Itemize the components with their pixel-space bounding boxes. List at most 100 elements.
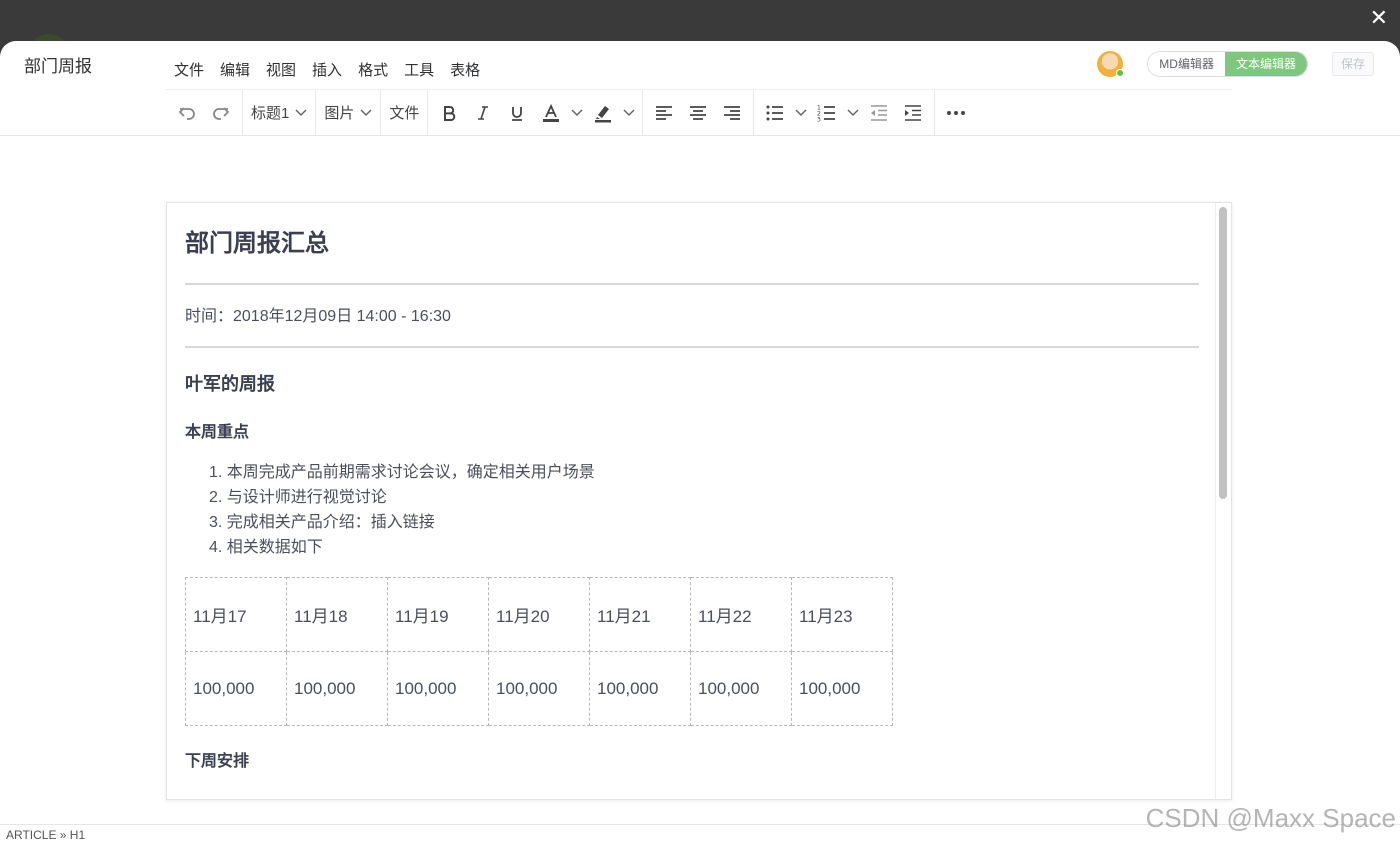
menu-view[interactable]: 视图 bbox=[258, 59, 304, 80]
dialog-title: 部门周报 bbox=[24, 56, 92, 76]
table-row: 11月17 11月18 11月19 11月20 11月21 11月22 11月2… bbox=[185, 577, 893, 652]
heading-select[interactable]: 标题1 bbox=[247, 96, 311, 130]
menu-file[interactable]: 文件 bbox=[166, 59, 212, 80]
redo-button[interactable] bbox=[204, 96, 238, 130]
italic-button[interactable] bbox=[466, 96, 500, 130]
text-style-group bbox=[428, 90, 644, 135]
document-area[interactable]: 部门周报汇总 时间：2018年12月09日 14:00 - 16:30 叶军的周… bbox=[166, 202, 1232, 800]
svg-text:3: 3 bbox=[817, 116, 821, 122]
table-cell[interactable]: 11月22 bbox=[690, 577, 792, 652]
highlight-button[interactable] bbox=[586, 96, 620, 130]
file-group: 文件 bbox=[381, 90, 429, 135]
table-cell[interactable]: 100,000 bbox=[387, 651, 489, 726]
bold-icon bbox=[444, 105, 456, 121]
bold-button[interactable] bbox=[432, 96, 466, 130]
time-line[interactable]: 时间：2018年12月09日 14:00 - 16:30 bbox=[185, 306, 1199, 328]
table-cell[interactable]: 11月18 bbox=[286, 577, 388, 652]
close-icon[interactable]: ✕ bbox=[1370, 6, 1388, 32]
table-cell[interactable]: 100,000 bbox=[791, 651, 893, 726]
underline-icon bbox=[512, 106, 523, 121]
menu-format[interactable]: 格式 bbox=[350, 59, 396, 80]
italic-icon bbox=[478, 105, 489, 120]
save-button[interactable]: 保存 bbox=[1331, 52, 1374, 76]
menu-table[interactable]: 表格 bbox=[442, 59, 488, 80]
horizontal-rule bbox=[185, 283, 1199, 285]
highlighter-icon bbox=[595, 105, 612, 122]
numbered-list-dropdown[interactable] bbox=[844, 96, 862, 130]
document-title[interactable]: 部门周报汇总 bbox=[185, 229, 1199, 267]
text-color-icon bbox=[543, 103, 560, 122]
table-cell[interactable]: 100,000 bbox=[286, 651, 388, 726]
align-center-icon bbox=[690, 105, 707, 120]
heading-select-label: 标题1 bbox=[251, 105, 290, 122]
align-right-icon bbox=[724, 105, 741, 120]
menu-edit[interactable]: 编辑 bbox=[212, 59, 258, 80]
menu-tools[interactable]: 工具 bbox=[396, 59, 442, 80]
image-group: 图片 bbox=[316, 90, 382, 135]
section-heading[interactable]: 叶军的周报 bbox=[185, 372, 1199, 396]
toolbar: 标题1 图片 文件 1 2 3 bbox=[166, 90, 1232, 135]
more-button[interactable] bbox=[939, 96, 973, 130]
align-center-button[interactable] bbox=[681, 96, 715, 130]
align-left-button[interactable] bbox=[647, 96, 681, 130]
more-icon bbox=[947, 110, 966, 115]
table-cell[interactable]: 100,000 bbox=[488, 651, 590, 726]
table-cell[interactable]: 11月20 bbox=[488, 577, 590, 652]
list-item[interactable]: 2. 与设计师进行视觉讨论 bbox=[209, 485, 1199, 510]
image-select-label: 图片 bbox=[324, 105, 355, 122]
redo-icon bbox=[213, 106, 230, 120]
next-week-heading[interactable]: 下周安排 bbox=[185, 751, 1199, 773]
list-item[interactable]: 3. 完成相关产品介绍：插入链接 bbox=[209, 510, 1199, 535]
image-select[interactable]: 图片 bbox=[320, 96, 376, 130]
toolbar-divider bbox=[0, 135, 1400, 136]
list-item[interactable]: 1. 本周完成产品前期需求讨论会议，确定相关用户场景 bbox=[209, 460, 1199, 485]
element-path[interactable]: ARTICLE » H1 bbox=[6, 828, 85, 842]
chevron-down-icon bbox=[571, 108, 583, 116]
outdent-button[interactable] bbox=[862, 96, 896, 130]
bullet-list-dropdown[interactable] bbox=[792, 96, 810, 130]
chevron-down-icon bbox=[295, 108, 307, 116]
menu-bar: 文件 编辑 视图 插入 格式 工具 表格 bbox=[166, 50, 1232, 90]
indent-button[interactable] bbox=[896, 96, 930, 130]
table-cell[interactable]: 11月23 bbox=[791, 577, 893, 652]
history-group bbox=[166, 90, 243, 135]
menu-insert[interactable]: 插入 bbox=[304, 59, 350, 80]
ordered-list: 1. 本周完成产品前期需求讨论会议，确定相关用户场景 2. 与设计师进行视觉讨论… bbox=[185, 460, 1199, 560]
underline-button[interactable] bbox=[500, 96, 534, 130]
list-group: 123 bbox=[754, 90, 936, 135]
table-cell[interactable]: 11月17 bbox=[185, 577, 287, 652]
chevron-down-icon bbox=[360, 108, 372, 116]
bullet-list-button[interactable] bbox=[758, 96, 792, 130]
data-table: 11月17 11月18 11月19 11月20 11月21 11月22 11月2… bbox=[185, 577, 893, 726]
document-content[interactable]: 部门周报汇总 时间：2018年12月09日 14:00 - 16:30 叶军的周… bbox=[167, 229, 1231, 773]
table-row: 100,000 100,000 100,000 100,000 100,000 … bbox=[185, 651, 893, 726]
chevron-down-icon bbox=[847, 108, 859, 116]
focus-heading[interactable]: 本周重点 bbox=[185, 422, 1199, 444]
file-button[interactable]: 文件 bbox=[385, 96, 423, 130]
undo-button[interactable] bbox=[170, 96, 204, 130]
more-group bbox=[935, 90, 977, 135]
numbered-list-icon: 123 bbox=[817, 104, 836, 122]
table-cell[interactable]: 11月19 bbox=[387, 577, 489, 652]
highlight-dropdown[interactable] bbox=[620, 96, 638, 130]
undo-icon bbox=[178, 106, 195, 120]
text-color-dropdown[interactable] bbox=[568, 96, 586, 130]
align-group bbox=[643, 90, 755, 135]
chevron-down-icon bbox=[623, 108, 635, 116]
file-button-label: 文件 bbox=[389, 105, 420, 122]
chevron-down-icon bbox=[795, 108, 807, 116]
table-cell[interactable]: 100,000 bbox=[185, 651, 287, 726]
numbered-list-button[interactable]: 123 bbox=[810, 96, 844, 130]
align-right-button[interactable] bbox=[715, 96, 749, 130]
scrollbar-thumb[interactable] bbox=[1219, 207, 1227, 499]
table-cell[interactable]: 11月21 bbox=[589, 577, 691, 652]
heading-group: 标题1 bbox=[243, 90, 317, 135]
table-cell[interactable]: 100,000 bbox=[690, 651, 792, 726]
text-color-button[interactable] bbox=[534, 96, 568, 130]
text-editor-option[interactable]: 文本编辑器 bbox=[1224, 52, 1307, 76]
outdent-icon bbox=[871, 104, 888, 121]
table-cell[interactable]: 100,000 bbox=[589, 651, 691, 726]
scrollbar[interactable] bbox=[1215, 203, 1231, 799]
list-item[interactable]: 4. 相关数据如下 bbox=[209, 535, 1199, 560]
align-left-icon bbox=[656, 105, 673, 120]
